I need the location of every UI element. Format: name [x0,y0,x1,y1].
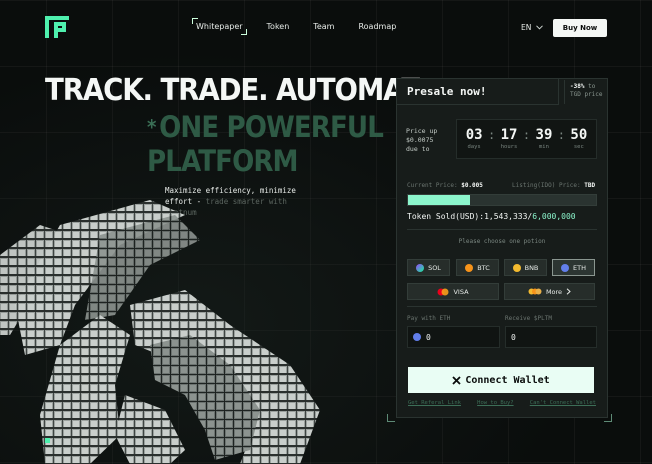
connect-wallet-button[interactable]: Connect Wallet [408,367,594,393]
pay-with-label: Pay with ETH [407,315,451,322]
nav-whitepaper[interactable]: Whitepaper [192,18,247,35]
timer-days-label: days [467,144,481,150]
discount-badge: -38% to TGD price [564,80,608,104]
timer-colon: : [522,128,531,142]
timer-colon: : [487,128,496,142]
discount-to: to [588,83,596,90]
visa-button[interactable]: VISA [407,283,499,300]
discount-text: TGD price [570,91,603,98]
more-label: More [545,287,563,296]
timer-min: 39 min [536,128,553,150]
timer-days-value: 03 [465,127,483,143]
timer-min-label: min [538,144,549,150]
bnb-icon [512,263,521,272]
listing-price-value: TBD [584,182,596,189]
price-up-note: Price up $0.0075 due to [406,127,438,153]
brand-logo-icon[interactable] [45,16,69,38]
cant-connect-link[interactable]: Can't Connect Wallet [530,400,596,406]
divider [407,306,597,307]
choose-payment-label: Please choose one potion [458,238,546,245]
chevron-right-icon [566,288,571,295]
receive-amount-input[interactable]: 0 [505,326,597,348]
discount-percent: -38% [570,83,585,90]
asterisk-icon: * [147,115,156,139]
receive-label: Receive $PLTM [505,315,552,322]
coin-sol-button[interactable]: SOL [407,259,450,276]
coin-bnb-label: BNB [524,263,539,272]
how-to-buy-link[interactable]: How to Buy? [477,400,513,406]
buy-now-button[interactable]: Buy Now [553,19,607,37]
coin-btc-label: BTC [477,263,490,272]
current-price-value: $0.005 [461,182,483,189]
timer-hours: 17 hours [501,128,518,150]
mastercard-icon [437,288,449,295]
timer-colon: : [557,128,566,142]
hero-subtitle: * ONE POWERFUL PLATFORM [147,110,384,178]
language-label: EN [521,23,532,32]
divider [407,229,597,230]
sale-progress-bar [407,194,597,206]
current-price-label: Current Price: [407,182,458,189]
coin-eth-button[interactable]: ETH [552,259,595,276]
connect-wallet-label: Connect Wallet [465,374,550,386]
eth-icon [413,333,421,341]
token-sold-value: 1,543,333 [484,212,528,221]
hero-subtitle-line2: PLATFORM [147,144,299,178]
more-payments-button[interactable]: More [504,283,595,300]
close-x-icon [452,375,461,385]
language-selector[interactable]: EN [521,23,544,32]
receive-amount-value: 0 [511,332,516,342]
visa-label: VISA [453,287,469,296]
presale-title: Presale now! [397,79,559,105]
eth-icon [561,263,570,272]
hero-title: TRACK. TRADE. AUTOMATE [45,73,438,108]
corner-marker [45,438,50,443]
token-sold-label: Token Sold(USD): [407,212,485,221]
timer-sec-label: sec [573,144,584,150]
coin-btc-button[interactable]: BTC [456,259,499,276]
countdown-timer: 03 days : 17 hours : 39 min : 50 sec [456,119,597,159]
timer-days: 03 days [466,128,483,150]
nav-team[interactable]: Team [313,22,334,31]
timer-sec-value: 50 [570,127,588,143]
listing-price: Listing(IDO) Price: TBD [512,182,595,189]
chain-illustration [0,200,320,464]
panel-corner-bracket [387,414,395,422]
sale-progress-fill [408,195,471,205]
referral-link[interactable]: Get Referal Link [408,400,461,406]
btc-icon [465,263,474,272]
timer-sec: 50 sec [570,128,587,150]
token-sold: Token Sold(USD):1,543,333/6,000,000 [407,212,576,221]
coin-bnb-button[interactable]: BNB [504,259,547,276]
nav-roadmap[interactable]: Roadmap [358,22,396,31]
current-price: Current Price: $0.005 [407,182,483,189]
hero-subtitle-line1: ONE POWERFUL [159,110,384,144]
help-links: Get Referal Link How to Buy? Can't Conne… [408,400,596,406]
coin-sol-label: SOL [428,263,441,272]
pay-amount-input[interactable]: 0 [407,326,500,348]
token-sold-total: 6,000,000 [532,212,576,221]
pay-amount-value: 0 [426,332,431,342]
panel-corner-bracket [604,414,612,422]
sol-icon [416,263,425,272]
main-nav: Whitepaper Token Team Roadmap [192,18,420,35]
timer-min-value: 39 [535,127,553,143]
coin-eth-label: ETH [573,263,586,272]
listing-price-label: Listing(IDO) Price: [512,182,581,189]
timer-hours-label: hours [500,144,518,150]
timer-hours-value: 17 [500,127,518,143]
nav-token[interactable]: Token [267,22,290,31]
more-coins-icon [528,288,542,295]
chevron-down-icon [536,25,544,30]
